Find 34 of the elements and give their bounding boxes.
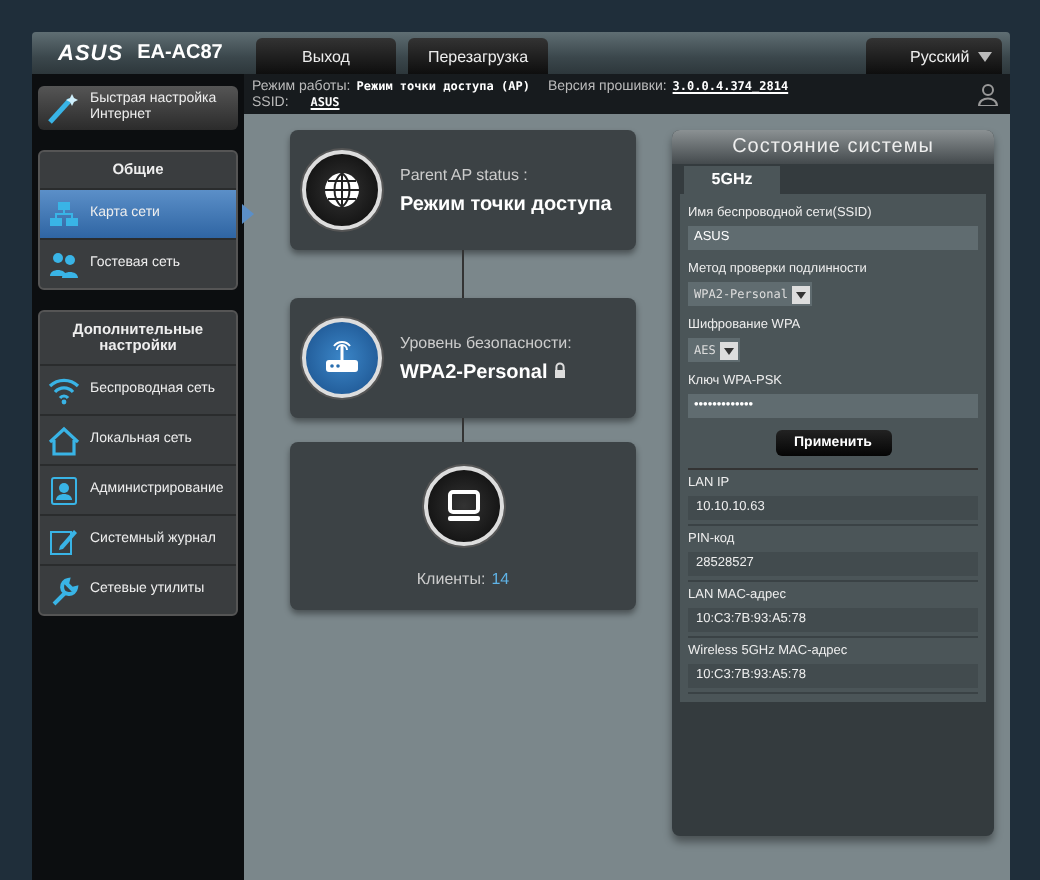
router-icon bbox=[322, 338, 362, 378]
wifi-icon bbox=[48, 375, 80, 405]
caret-icon bbox=[791, 285, 810, 303]
wrench-icon bbox=[48, 575, 80, 605]
map-card[interactable]: Клиенты: 14 bbox=[290, 442, 636, 610]
brand-logo: ASUS bbox=[58, 41, 124, 65]
users-icon bbox=[48, 249, 80, 279]
node-value: Режим точки доступа bbox=[400, 193, 612, 215]
clients-label: Клиенты: bbox=[416, 569, 486, 587]
monitor-icon bbox=[443, 485, 483, 525]
person-icon bbox=[978, 84, 998, 106]
globe-icon bbox=[322, 170, 362, 210]
node-circle[interactable] bbox=[302, 318, 382, 398]
band-tab[interactable]: 5GHz bbox=[684, 166, 780, 194]
wand-icon bbox=[46, 92, 82, 124]
node-label: Parent AP status : bbox=[400, 165, 530, 183]
header-button[interactable]: Выход bbox=[256, 38, 396, 74]
model-name: EA-AC87 bbox=[137, 42, 223, 64]
language-dropdown[interactable]: Русский bbox=[866, 38, 1002, 74]
house-icon bbox=[48, 425, 80, 455]
node-label: Уровень безопасности: bbox=[400, 333, 572, 351]
node-circle[interactable] bbox=[302, 150, 382, 230]
caret-icon bbox=[719, 341, 738, 359]
header-button[interactable]: Перезагрузка bbox=[408, 38, 548, 74]
clients-count[interactable]: 14 bbox=[491, 569, 510, 587]
panel-title: Состояние системы bbox=[672, 130, 994, 164]
person-icon bbox=[48, 475, 80, 505]
caret-icon bbox=[978, 51, 992, 61]
node-circle[interactable] bbox=[423, 465, 503, 545]
map-card[interactable]: Parent AP status : Режим точки доступа bbox=[290, 130, 636, 250]
network-icon bbox=[48, 199, 80, 229]
node-value: WPA2-Personal bbox=[400, 361, 548, 383]
notepad-icon bbox=[48, 525, 80, 555]
map-card[interactable]: Уровень безопасности: WPA2-Personal bbox=[290, 298, 636, 418]
